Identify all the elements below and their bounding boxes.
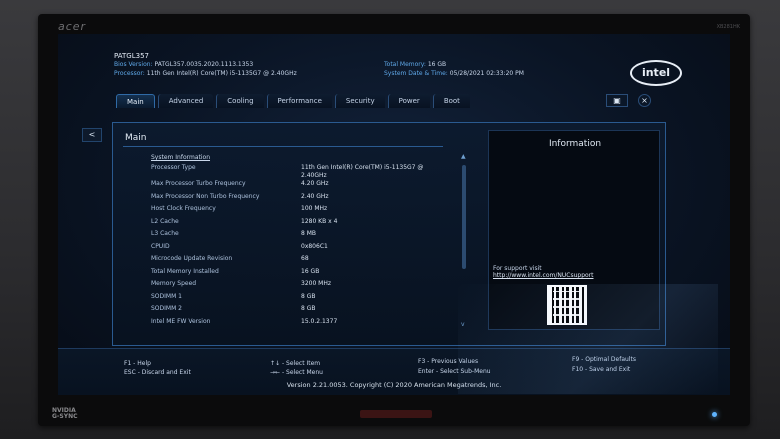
row-value: 4.20 GHz — [301, 180, 329, 187]
info-row[interactable]: Max Processor Non Turbo Frequency 2.40 GH… — [151, 193, 439, 206]
row-key: L2 Cache — [151, 217, 179, 225]
help-select-item: ↑↓ - Select Item — [270, 360, 321, 367]
row-key: CPUID — [151, 242, 170, 250]
row-value: 8 GB — [301, 305, 316, 312]
processor-label: Processor: — [114, 70, 145, 77]
row-key: Microcode Update Revision — [151, 255, 233, 262]
help-bar: F1 - Help ESC - Discard and Exit ↑↓ - Se… — [58, 348, 730, 395]
qr-code-icon — [547, 285, 587, 325]
exit-button[interactable]: × — [638, 94, 651, 107]
hostname: PATGL357 — [114, 52, 149, 60]
row-value: 15.0.2.1377 — [301, 317, 338, 325]
section-heading: System Information — [151, 154, 211, 161]
tab-cooling[interactable]: Cooling — [216, 94, 264, 108]
info-row[interactable]: Processor Type 11th Gen Intel(R) Core(TM)… — [151, 164, 439, 180]
info-row[interactable]: SODIMM 1 8 GB — [151, 293, 439, 306]
tab-security[interactable]: Security — [334, 94, 385, 108]
system-date: 05/28/2021 — [449, 70, 485, 77]
scroll-down-icon[interactable]: v — [461, 321, 465, 328]
help-select-menu: →← - Select Menu — [270, 369, 323, 376]
row-value: 8 GB — [301, 292, 316, 300]
support-text: For support visit — [493, 265, 542, 272]
panel-title: Main — [125, 133, 147, 143]
processor-info: Processor: 11th Gen Intel(R) Core(TM) i5… — [114, 70, 297, 79]
scroll-thumb[interactable] — [462, 165, 466, 269]
support-link[interactable]: http://www.intel.com/NUCsupport — [493, 272, 594, 279]
row-value: 0x806C1 — [301, 242, 328, 250]
save-button[interactable]: ▣ — [606, 94, 628, 107]
help-f9: F9 - Optimal Defaults — [572, 356, 636, 363]
tab-performance[interactable]: Performance — [266, 94, 332, 108]
bios-version-label: Bios Version: — [114, 61, 153, 68]
info-row[interactable]: L3 Cache 8 MB — [151, 230, 439, 243]
row-key: Memory Speed — [151, 280, 197, 287]
processor-value: 11th Gen Intel(R) Core(TM) i5-1135G7 @ 2… — [146, 70, 297, 77]
tab-advanced[interactable]: Advanced — [157, 94, 214, 108]
row-key: Host Clock Frequency — [151, 205, 216, 212]
gsync-badge: NVIDIA G-SYNC — [52, 408, 78, 420]
tab-power[interactable]: Power — [387, 94, 430, 108]
monitor-brand: acer — [58, 20, 87, 33]
info-row[interactable]: Intel ME FW Version 15.0.2.1377 — [151, 318, 439, 331]
copyright: Version 2.21.0053. Copyright (C) 2020 Am… — [286, 381, 502, 389]
row-value: 1280 KB x 4 — [301, 217, 338, 225]
system-info-list: System Information Processor Type 11th Ge… — [151, 153, 439, 330]
row-key: Intel ME FW Version — [151, 317, 211, 325]
total-memory-value: 16 GB — [427, 61, 447, 68]
gsync-label: G-SYNC — [52, 413, 78, 420]
bios-version: Bios Version: PATGL357.0035.2020.1113.13… — [114, 61, 253, 70]
information-panel: Information For support visit http://www… — [488, 130, 660, 330]
row-key: Max Processor Turbo Frequency — [151, 180, 246, 187]
tab-boot[interactable]: Boot — [432, 94, 470, 108]
system-time: 02:33:20 PM — [486, 70, 524, 77]
row-value: 8 MB — [301, 230, 317, 237]
info-row[interactable]: Max Processor Turbo Frequency 4.20 GHz — [151, 180, 439, 193]
info-row[interactable]: Microcode Update Revision 68 — [151, 255, 439, 268]
tab-main[interactable]: Main — [116, 94, 155, 108]
row-key: Processor Type — [151, 164, 196, 171]
info-row[interactable]: Memory Speed 3200 MHz — [151, 280, 439, 293]
monitor-model: XB281HK — [716, 24, 740, 30]
row-key: SODIMM 1 — [151, 292, 182, 300]
row-value: 100 MHz — [301, 205, 328, 212]
system-datetime: System Date & Time: 05/28/2021 02:33:20 … — [384, 70, 524, 79]
bios-screen: PATGL357 Bios Version: PATGL357.0035.202… — [58, 34, 730, 395]
info-row[interactable]: L2 Cache 1280 KB x 4 — [151, 218, 439, 231]
panel-divider — [123, 146, 443, 147]
information-title: Information — [548, 139, 602, 149]
help-f3: F3 - Previous Values — [418, 358, 479, 365]
total-memory-label: Total Memory: — [384, 61, 426, 68]
help-f1: F1 - Help — [124, 360, 151, 367]
row-key: Max Processor Non Turbo Frequency — [151, 192, 260, 200]
system-datetime-label: System Date & Time: — [384, 70, 448, 77]
help-enter: Enter - Select Sub-Menu — [418, 368, 491, 375]
intel-logo: intel — [630, 60, 682, 86]
info-row[interactable]: Host Clock Frequency 100 MHz — [151, 205, 439, 218]
row-key: L3 Cache — [151, 230, 179, 237]
info-row[interactable]: CPUID 0x806C1 — [151, 243, 439, 256]
row-value: 16 GB — [301, 267, 320, 275]
row-value: 68 — [301, 255, 309, 262]
row-key: SODIMM 2 — [151, 305, 182, 312]
scrollbar[interactable]: ▲ v — [461, 153, 467, 331]
info-row[interactable]: Total Memory Installed 16 GB — [151, 268, 439, 281]
row-value: 3200 MHz — [301, 280, 332, 287]
power-led — [712, 412, 717, 417]
info-row[interactable]: SODIMM 2 8 GB — [151, 305, 439, 318]
total-memory: Total Memory: 16 GB — [384, 61, 446, 70]
back-button[interactable]: < — [82, 128, 102, 142]
help-esc: ESC - Discard and Exit — [124, 369, 191, 376]
stand-logo — [360, 410, 432, 418]
row-value: 11th Gen Intel(R) Core(TM) i5-1135G7 @ 2… — [301, 164, 424, 179]
help-f10: F10 - Save and Exit — [572, 366, 631, 373]
bios-version-value: PATGL357.0035.2020.1113.1353 — [154, 61, 254, 68]
tab-bar: Main Advanced Cooling Performance Securi… — [116, 94, 473, 108]
save-icon: ▣ — [613, 96, 621, 105]
row-value: 2.40 GHz — [301, 192, 329, 200]
row-key: Total Memory Installed — [151, 267, 219, 275]
scroll-up-icon[interactable]: ▲ — [461, 153, 466, 160]
close-circle-icon: × — [641, 96, 648, 105]
